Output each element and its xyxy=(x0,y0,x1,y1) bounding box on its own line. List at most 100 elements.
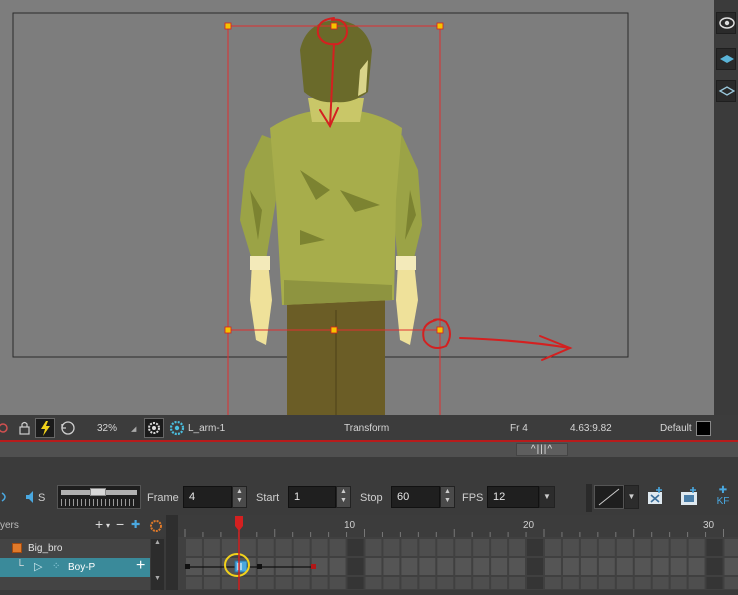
timeline-cell xyxy=(348,539,364,556)
eye-icon[interactable] xyxy=(716,12,736,34)
timeline-cell xyxy=(653,539,669,556)
lightning-icon[interactable] xyxy=(35,418,55,438)
group-layer-icon xyxy=(12,543,22,553)
timeline-cell xyxy=(707,558,723,575)
palette-name: Default xyxy=(660,423,692,434)
current-layer-name: L_arm-1 xyxy=(188,423,225,434)
camera-view[interactable] xyxy=(0,0,714,415)
timeline-cell xyxy=(186,577,202,589)
layer-name: Boy-P xyxy=(68,562,95,573)
timeline-cell xyxy=(294,539,310,556)
sound-scrub-label: S xyxy=(38,492,45,504)
timeline-cell xyxy=(707,577,723,589)
layer-scrollbar[interactable]: ▲ ▼ xyxy=(151,539,164,590)
keyframe-kf-icon[interactable]: ✚KF xyxy=(712,485,734,511)
expand-arrow-icon[interactable]: ▷ xyxy=(34,560,42,573)
timeline-cell xyxy=(204,577,220,589)
timeline-cell xyxy=(401,558,417,575)
timeline-cell xyxy=(491,558,507,575)
timeline-cell xyxy=(671,558,687,575)
timeline-cell xyxy=(563,577,579,589)
panel-splitter[interactable] xyxy=(0,442,738,457)
timeline-cell xyxy=(276,539,292,556)
timeline-cell xyxy=(276,577,292,589)
timeline-cell xyxy=(563,558,579,575)
color-swatch[interactable] xyxy=(696,421,711,436)
timeline-cell xyxy=(401,577,417,589)
timeline-cell xyxy=(545,558,561,575)
zoom-level[interactable]: 32% xyxy=(97,423,117,434)
lock-icon[interactable] xyxy=(14,418,34,438)
keyframe-marker xyxy=(257,564,262,569)
timeline-cell xyxy=(563,539,579,556)
ease-curve-icon[interactable] xyxy=(594,485,624,509)
timeline-cell xyxy=(617,577,633,589)
layers-header-label: yers xyxy=(0,520,19,531)
timeline-cell xyxy=(366,577,382,589)
remove-layer-icon[interactable]: − xyxy=(116,516,124,532)
timeline-cell xyxy=(689,558,705,575)
timeline-cell xyxy=(635,539,651,556)
add-peg-icon[interactable]: ✚ xyxy=(131,518,140,531)
timeline-cell xyxy=(635,558,651,575)
right-view-toolbar xyxy=(714,0,738,415)
gear-icon[interactable] xyxy=(144,418,164,438)
timeline-cell xyxy=(330,539,346,556)
timeline-cell xyxy=(599,577,615,589)
playback-speed-slider[interactable] xyxy=(57,485,141,509)
add-layer-icon[interactable]: + xyxy=(95,516,103,532)
timeline-cell xyxy=(473,539,489,556)
add-child-icon[interactable]: + xyxy=(136,557,145,575)
layer-row[interactable]: Big_bro xyxy=(0,539,150,558)
timeline-cell xyxy=(725,577,738,589)
timeline-cell xyxy=(545,577,561,589)
timeline-cell xyxy=(348,577,364,589)
camera-canvas[interactable] xyxy=(0,0,714,415)
frame-stepper[interactable]: ▲▼ xyxy=(232,486,247,508)
timeline-cell xyxy=(527,558,543,575)
keyframe-marker-end xyxy=(311,564,316,569)
timeline-panel[interactable]: 10 20 30 xyxy=(166,515,738,590)
timeline-cell xyxy=(527,539,543,556)
fps-label: FPS xyxy=(462,492,483,504)
layer-row-selected[interactable]: └ ▷ ⁘ Boy-P + xyxy=(0,558,150,577)
layer-gear-icon[interactable] xyxy=(167,418,187,438)
reset-view-icon[interactable] xyxy=(58,418,78,438)
timeline-cell xyxy=(473,558,489,575)
play-sound-icon[interactable] xyxy=(0,489,12,508)
fps-field[interactable]: 12 xyxy=(487,486,539,508)
timeline-cell xyxy=(383,539,399,556)
add-drawing-icon[interactable] xyxy=(677,486,701,511)
timeline-cell xyxy=(725,558,738,575)
timeline-cell xyxy=(419,577,435,589)
start-field[interactable]: 1 xyxy=(288,486,336,508)
layers-icon[interactable] xyxy=(716,48,736,70)
layer-properties-icon[interactable] xyxy=(149,519,163,536)
timeline-cell xyxy=(617,558,633,575)
timeline-cell xyxy=(383,577,399,589)
current-tool: Transform xyxy=(344,423,389,434)
timeline-cell xyxy=(653,577,669,589)
timeline-cell xyxy=(240,539,256,556)
keyframe-marker xyxy=(185,564,190,569)
ease-dropdown[interactable]: ▼ xyxy=(624,485,639,509)
timeline-cell xyxy=(455,539,471,556)
ruler-label: 10 xyxy=(344,520,356,531)
sound-toggle-icon[interactable] xyxy=(0,418,12,438)
timeline-cell xyxy=(689,539,705,556)
splitter-collapse-icon[interactable]: ^|||^ xyxy=(516,443,568,456)
timeline-cell xyxy=(455,577,471,589)
slider-thumb[interactable] xyxy=(90,488,106,496)
fps-dropdown[interactable]: ▼ xyxy=(539,486,555,508)
add-keyframe-icon[interactable] xyxy=(645,486,667,511)
add-layer-dropdown-icon[interactable]: ▾ xyxy=(106,521,110,530)
stop-field[interactable]: 60 xyxy=(391,486,440,508)
start-stepper[interactable]: ▲▼ xyxy=(336,486,351,508)
timeline-cell xyxy=(366,539,382,556)
layers-outline-icon[interactable] xyxy=(716,80,736,102)
stop-stepper[interactable]: ▲▼ xyxy=(440,486,455,508)
zoom-dropdown-icon[interactable]: ◢ xyxy=(131,425,136,433)
frame-field[interactable]: 4 xyxy=(183,486,232,508)
timeline-grid[interactable]: 10 20 30 xyxy=(166,515,738,590)
layer-row[interactable] xyxy=(0,577,150,590)
